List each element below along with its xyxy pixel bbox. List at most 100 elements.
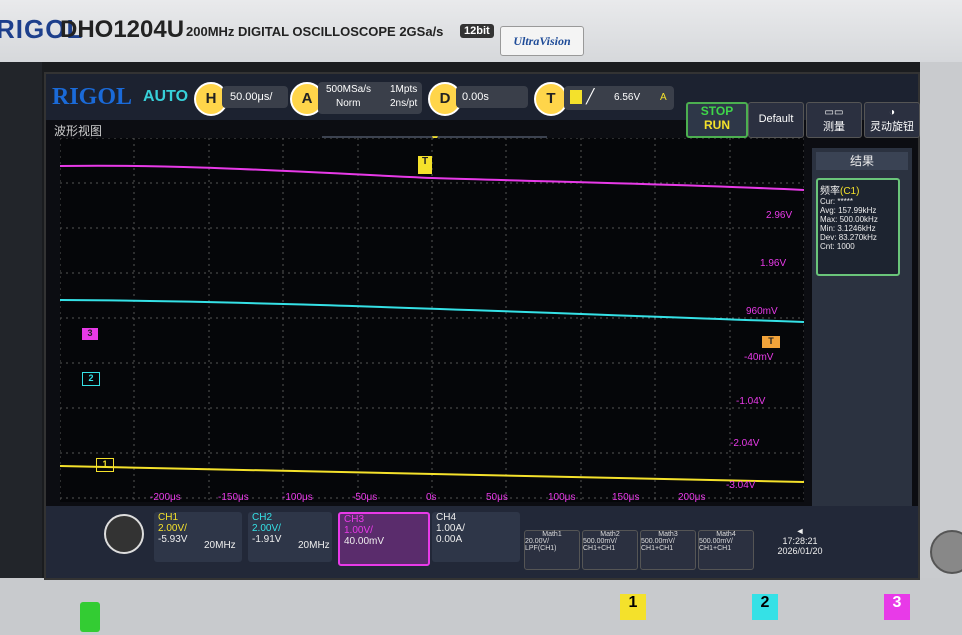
math4-box[interactable]: Math4 500.00mV/CH1+CH1	[698, 530, 754, 570]
meas-row-max: Max: 500.00kHz	[820, 215, 896, 224]
math4-name: Math4	[716, 531, 736, 538]
delay-value[interactable]: 0.00s	[456, 86, 528, 108]
run-label: RUN	[704, 118, 730, 132]
meas-key-min: Min:	[820, 224, 836, 233]
trigger-knob-label: 灵动旋钮	[870, 121, 914, 133]
right-label-4: -1.04V	[736, 396, 766, 407]
math3-l1: 500.00mV/	[641, 538, 675, 545]
trigger-level-marker: T	[762, 336, 780, 348]
measure-label: 测量	[823, 121, 845, 133]
right-label-3: -40mV	[744, 352, 774, 363]
ch3-button[interactable]: 3	[884, 594, 910, 620]
grid-lines	[60, 138, 804, 502]
x-label-7: 150μs	[612, 492, 640, 503]
ch2-scale: 2.00V/	[252, 523, 281, 534]
result-title: 结果	[816, 152, 908, 170]
ch2-name: CH2	[252, 512, 273, 523]
frequency-measurement[interactable]: 频率(C1) Cur: ***** Avg: 157.99kHz Max: 50…	[816, 178, 900, 276]
meas-key-avg: Avg:	[820, 206, 836, 215]
model-description: 200MHz DIGITAL OSCILLOSCOPE 2GSa/s	[186, 24, 444, 39]
meas-val-min: 3.1246kHz	[837, 224, 876, 233]
meas-row-cnt: Cnt: 1000	[820, 242, 896, 251]
right-label-0: 2.96V	[766, 210, 793, 221]
ch2-button[interactable]: 2	[752, 594, 778, 620]
meas-val-cur: *****	[837, 197, 853, 206]
meas-val-avg: 157.99kHz	[838, 206, 877, 215]
trigger-icon: T	[534, 82, 568, 116]
timebase[interactable]: 50.00μs/	[222, 86, 288, 108]
stop-label: STOP	[700, 104, 734, 118]
math2-name: Math2	[600, 531, 620, 538]
rising-edge-icon: ╱	[586, 88, 595, 104]
tab-waveform-view[interactable]: 波形视图	[54, 122, 102, 139]
math1-l1: 20.00V/	[525, 538, 550, 545]
math2-box[interactable]: Math2 500.00mV/CH1+CH1	[582, 530, 638, 570]
ch2-info[interactable]: CH2 2.00V/ -1.91V 20MHz	[248, 512, 332, 562]
math3-box[interactable]: Math3 500.00mV/CH1+CH1	[640, 530, 696, 570]
trigger-knob-button[interactable]: ◑ 灵动旋钮	[864, 102, 920, 138]
meas-key-max: Max:	[820, 215, 838, 224]
math4-l2: CH1+CH1	[699, 545, 732, 552]
ch1-scale: 2.00V/	[158, 523, 187, 534]
ch1-button-label: 1	[628, 594, 638, 611]
meas-row-dev: Dev: 83.270kHz	[820, 233, 896, 242]
acquire-panel[interactable]: 500MSa/s 1Mpts Norm 2ns/pt	[318, 82, 422, 114]
x-label-6: 100μs	[548, 492, 576, 503]
sample-rate: 500MSa/s	[326, 84, 372, 95]
math1-l2: LPF(CH1)	[525, 545, 557, 552]
default-button[interactable]: Default	[748, 102, 804, 138]
trigger-level-marker-label: T	[768, 336, 774, 346]
x-label-4: 0s	[426, 492, 437, 503]
default-label: Default	[758, 113, 794, 125]
trigger-marker: T	[418, 156, 432, 174]
measurement-header: 频率(C1)	[820, 182, 896, 197]
ch3-marker: 3	[82, 328, 98, 340]
model-number: DHO1204U	[60, 16, 185, 43]
measurement-name: 频率	[820, 186, 840, 197]
ch1-info[interactable]: CH1 2.00V/ -5.93V 20MHz	[154, 512, 242, 562]
right-label-5: -2.04V	[730, 438, 760, 449]
measurement-source: (C1)	[840, 186, 860, 197]
math2-l2: CH1+CH1	[583, 545, 616, 552]
math1-name: Math1	[542, 531, 562, 538]
trigger-marker-label: T	[421, 156, 429, 167]
screen-logo: RIGOL	[52, 84, 133, 110]
x-label-1: -150μs	[218, 492, 249, 503]
math2-l1: 500.00mV/	[583, 538, 617, 545]
meas-val-max: 500.00kHz	[839, 215, 878, 224]
trigger-panel[interactable]: ╱ 6.56V A	[564, 86, 674, 110]
math4-l1: 500.00mV/	[699, 538, 733, 545]
bezel-left	[0, 62, 42, 635]
right-label-2: 960mV	[746, 306, 778, 317]
speaker-icon: ◄	[795, 526, 805, 536]
clock-date: 2026/01/20	[777, 546, 823, 556]
waveform-grid	[60, 138, 804, 502]
clock: ◄ 17:28:21 2026/01/20	[760, 526, 840, 556]
power-led	[80, 602, 100, 632]
meas-key-cnt: Cnt:	[820, 242, 835, 251]
x-label-0: -200μs	[150, 492, 181, 503]
knob-icon: ◑	[888, 107, 896, 118]
ch1-button[interactable]: 1	[620, 594, 646, 620]
trigger-coupling: A	[660, 92, 667, 103]
ch2-marker-label: 2	[88, 373, 94, 383]
instrument-bezel-top: RIGOL DHO1204U 200MHz DIGITAL OSCILLOSCO…	[0, 0, 962, 62]
ch3-name: CH3	[344, 514, 365, 525]
acquire-mode: Norm	[336, 98, 361, 109]
ch3-info[interactable]: CH3 1.00V/ 40.00mV	[338, 512, 430, 566]
x-label-5: 50μs	[486, 492, 508, 503]
stop-run-button[interactable]: STOP RUN	[686, 102, 748, 138]
math1-box[interactable]: Math1 20.00V/LPF(CH1)	[524, 530, 580, 570]
ch1-bw: 20MHz	[204, 540, 236, 551]
measure-icon: ▭▭	[824, 107, 844, 118]
memory-depth: 1Mpts	[390, 84, 418, 95]
ch4-info[interactable]: CH4 1.00A/ 0.00A	[432, 512, 520, 562]
status-bar: RIGOL AUTO H 50.00μs/ A 500MSa/s 1Mpts N…	[46, 74, 920, 138]
navigation-knob-icon[interactable]	[104, 514, 144, 554]
meas-key-cur: Cur:	[820, 197, 836, 206]
bit-badge: 12bit	[460, 24, 494, 38]
measure-button[interactable]: ▭▭ 测量	[806, 102, 862, 138]
ch2-button-label: 2	[760, 594, 770, 611]
trigger-level: 6.56V	[614, 92, 641, 103]
trigger-mode[interactable]: AUTO	[143, 88, 188, 106]
